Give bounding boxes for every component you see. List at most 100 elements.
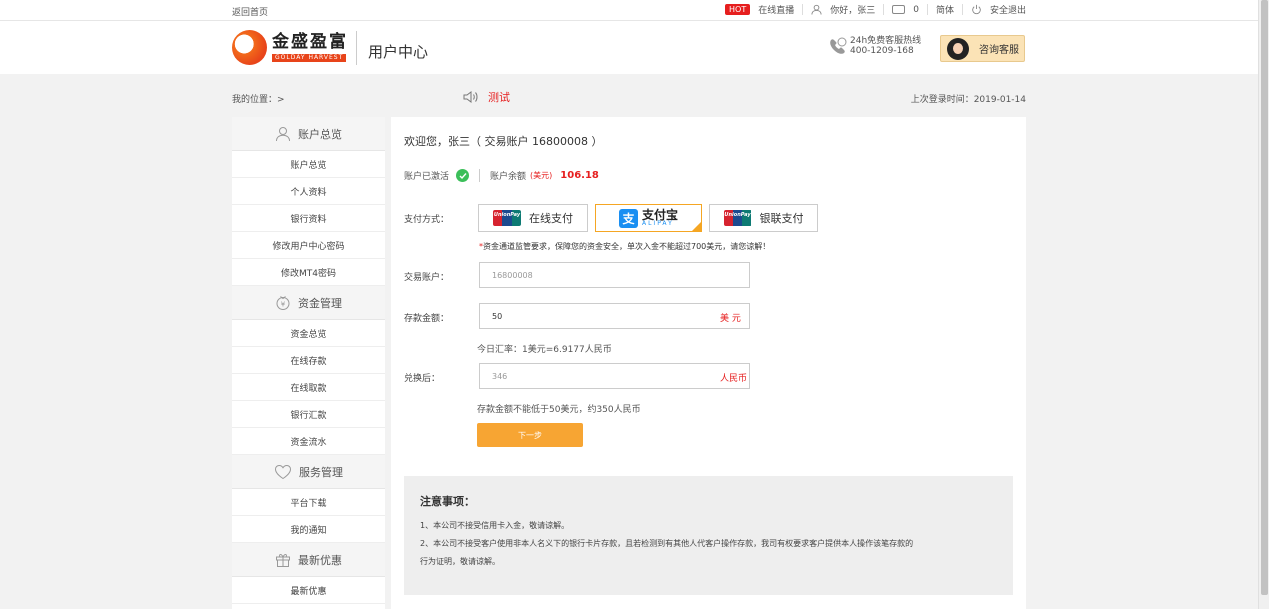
trading-account-label: 交易账户： [404,273,450,283]
pay-option-label: 银联支付 [759,212,804,225]
sidebar-section-label: 最新优惠 [298,553,342,567]
last-login: 上次登录时间：2019-01-14 [910,95,1026,105]
unionpay-icon: UnionPay [493,210,521,226]
sidebar-item-account-overview[interactable]: 账户总览 [232,151,385,178]
deposit-amount-label: 存款金额： [404,314,450,324]
sidebar-section-funds[interactable]: ¥ 资金管理 [232,286,385,320]
note-item: 行为证明，敬请谅解。 [420,557,500,566]
next-step-button[interactable]: 下一步 [477,423,583,447]
deposit-amount-unit: 美 元 [720,314,741,324]
sidebar-section-label: 账户总览 [298,127,342,141]
hotline: 24h免费客服热线 400-1209-168 [828,36,921,56]
header: 金盛盈富 GOLDAY HARVEST 用户中心 24h免费客服热线 400-1… [0,21,1258,74]
balance-currency: (美元) [530,171,553,180]
sidebar-section-label: 服务管理 [299,465,343,479]
notes-box: 注意事项： 1、本公司不接受信用卡入金，敬请谅解。 2、本公司不接受客户使用非本… [404,476,1013,595]
sidebar-section-label: 资金管理 [298,296,342,310]
pay-option-online[interactable]: UnionPay 在线支付 [478,204,588,232]
logout-link[interactable]: 安全退出 [990,3,1026,16]
power-icon[interactable] [971,4,982,15]
converted-unit: 人民币 [720,374,748,384]
account-status: 账户已激活 账户余额 (美元) 106.18 [404,169,599,182]
live-link[interactable]: 在线直播 [758,3,794,16]
alipay-icon: 支 [618,208,638,228]
sidebar-item-change-password[interactable]: 修改用户中心密码 [232,232,385,259]
svg-text:¥: ¥ [281,300,286,308]
sidebar-item-online-deposit[interactable]: 在线存款 [232,347,385,374]
customer-service-label: 咨询客服 [979,45,1019,56]
sidebar-item-profile[interactable]: 个人资料 [232,178,385,205]
divider [883,4,885,15]
sidebar-item-bank-info[interactable]: 银行资料 [232,205,385,232]
unionpay-logo-text: UnionPay [724,212,751,218]
logo[interactable]: 金盛盈富 GOLDAY HARVEST [232,30,357,65]
pay-option-label: 在线支付 [529,212,573,225]
divider [961,4,963,15]
selected-corner-icon [692,222,701,231]
heart-icon [274,464,292,479]
balance-value: 106.18 [560,170,599,181]
top-bar-right: HOT 在线直播 你好，张三 0 简体 安全退出 [725,3,1026,16]
sidebar-item-online-withdraw[interactable]: 在线取款 [232,374,385,401]
speaker-icon [463,91,478,103]
check-icon [456,169,470,182]
sidebar-item-bank-transfer[interactable]: 银行汇款 [232,401,385,428]
pay-option-alipay[interactable]: 支 支付宝 ALIPAY [595,204,702,232]
unionpay-icon: UnionPay [723,210,752,226]
pay-option-unionpay[interactable]: UnionPay 银联支付 [709,204,818,232]
activated-label: 账户已激活 [404,172,450,182]
back-home-link[interactable]: 返回首页 [232,5,268,18]
exchange-rate: 今日汇率：1美元=6.9177人民币 [477,345,612,355]
sidebar-section-promotions[interactable]: 最新优惠 [232,543,385,577]
customer-service-button[interactable]: 咨询客服 [940,35,1025,62]
notes-title: 注意事项： [420,495,475,508]
divider [802,4,804,15]
payment-method-label: 支付方式： [404,215,450,225]
sidebar-section-account[interactable]: 账户总览 [232,117,385,151]
sidebar-item-latest-promotions[interactable]: 最新优惠 [232,577,385,604]
hotline-number: 400-1209-168 [850,46,914,56]
sidebar-item-funds-overview[interactable]: 资金总览 [232,320,385,347]
sidebar-item-notifications[interactable]: 我的通知 [232,516,385,543]
user-icon [811,4,822,15]
divider [356,30,357,65]
user-icon [276,126,290,141]
phone-icon [830,37,847,54]
alipay-name-en: ALIPAY [641,220,674,227]
page-title: 用户中心 [368,43,429,61]
divider [479,169,481,182]
unionpay-logo-text: UnionPay [493,212,521,218]
balance-label: 账户余额 [490,172,527,182]
page-scrollbar[interactable] [1258,0,1269,609]
language-switch[interactable]: 简体 [936,3,954,16]
notice[interactable]: 测试 [462,89,510,105]
sidebar: 账户总览 账户总览 个人资料 银行资料 修改用户中心密码 修改MT4密码 ¥ 资… [232,117,385,609]
sidebar-section-service[interactable]: 服务管理 [232,455,385,489]
gift-icon [276,553,290,567]
sidebar-item-platform-download[interactable]: 平台下载 [232,489,385,516]
avatar [947,37,969,60]
logo-name-cn: 金盛盈富 [272,31,348,52]
money-icon: ¥ [276,295,290,310]
message-count[interactable]: 0 [913,5,919,15]
deposit-amount-input[interactable]: 50 [479,303,750,329]
sidebar-item-funds-flow[interactable]: 资金流水 [232,428,385,455]
hot-badge: HOT [725,4,751,15]
message-icon[interactable] [892,5,906,14]
deposit-tip-text: 资金通道监管要求，保障您的资金安全，单次入金不能超过700美元，请您谅解！ [483,242,771,251]
hotline-label: 24h免费客服热线 [850,36,922,46]
converted-label: 兑换后： [404,374,441,384]
logo-name-en: GOLDAY HARVEST [272,53,347,62]
sidebar-item-change-mt4-password[interactable]: 修改MT4密码 [232,259,385,286]
scrollbar-thumb[interactable] [1261,0,1268,595]
converted-amount-field[interactable]: 346 [479,363,750,389]
logo-icon [232,30,267,65]
deposit-tip: *资金通道监管要求，保障您的资金安全，单次入金不能超过700美元，请您谅解！ [479,241,770,252]
notice-text[interactable]: 测试 [488,89,510,105]
top-bar: 返回首页 HOT 在线直播 你好，张三 0 简体 安全退出 [0,0,1258,21]
trading-account-field[interactable]: 16800008 [479,262,750,288]
note-item: 1、本公司不接受信用卡入金，敬请谅解。 [420,521,570,530]
breadcrumb: 我的位置：> [232,95,285,105]
greeting-link[interactable]: 你好，张三 [830,3,875,16]
minimum-amount-hint: 存款金额不能低于50美元，约350人民币 [477,405,641,415]
